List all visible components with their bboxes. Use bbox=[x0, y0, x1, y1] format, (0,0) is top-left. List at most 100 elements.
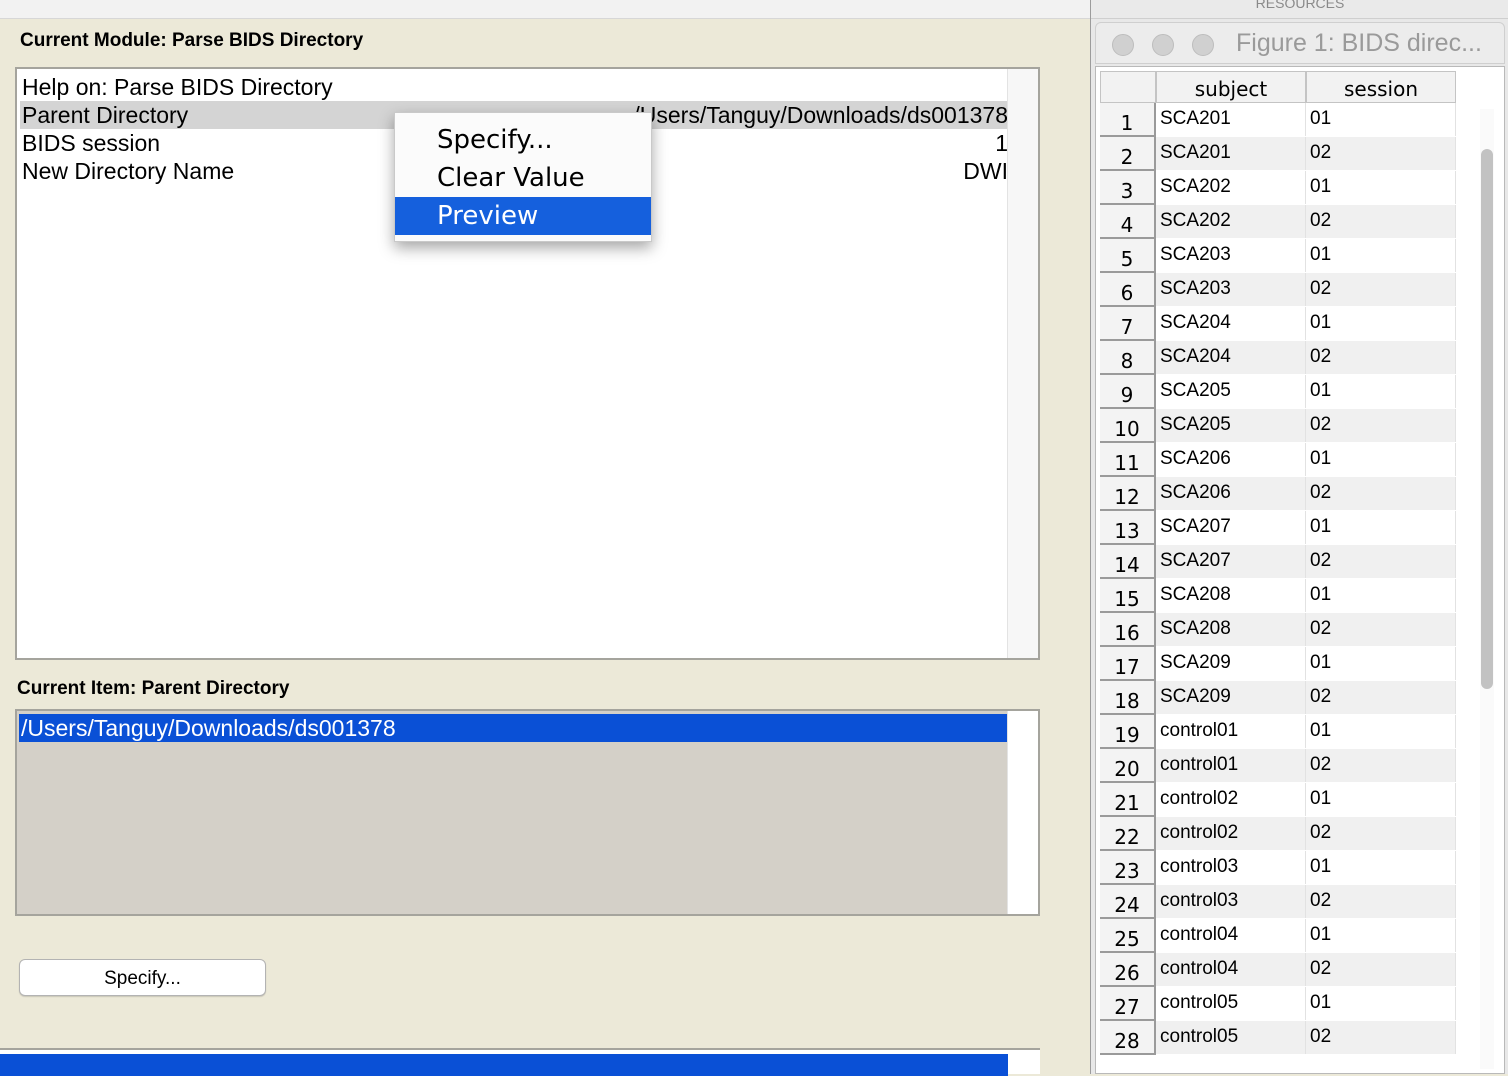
session-cell[interactable]: 01 bbox=[1306, 783, 1456, 816]
table-row[interactable]: 3 SCA202 01 bbox=[1100, 171, 1456, 205]
table-row[interactable]: 21 control02 01 bbox=[1100, 783, 1456, 817]
session-cell[interactable]: 01 bbox=[1306, 715, 1456, 748]
session-cell[interactable]: 01 bbox=[1306, 579, 1456, 612]
table-row[interactable]: 18 SCA209 02 bbox=[1100, 681, 1456, 715]
subject-cell[interactable]: SCA203 bbox=[1156, 273, 1306, 306]
session-cell[interactable]: 01 bbox=[1306, 239, 1456, 272]
subject-cell[interactable]: SCA206 bbox=[1156, 443, 1306, 476]
subject-cell[interactable]: SCA208 bbox=[1156, 579, 1306, 612]
table-row[interactable]: 19 control01 01 bbox=[1100, 715, 1456, 749]
session-cell[interactable]: 02 bbox=[1306, 613, 1456, 646]
subject-cell[interactable]: SCA202 bbox=[1156, 171, 1306, 204]
subject-cell[interactable]: control02 bbox=[1156, 783, 1306, 816]
current-item-value-box[interactable]: /Users/Tanguy/Downloads/ds001378 bbox=[15, 709, 1040, 916]
table-row[interactable]: 5 SCA203 01 bbox=[1100, 239, 1456, 273]
items-scrollbar[interactable] bbox=[1007, 69, 1038, 658]
session-cell[interactable]: 02 bbox=[1306, 545, 1456, 578]
menu-item-clear-value[interactable]: Clear Value bbox=[395, 159, 651, 197]
column-header-session[interactable]: session bbox=[1306, 71, 1456, 103]
subject-cell[interactable]: control04 bbox=[1156, 953, 1306, 986]
subject-cell[interactable]: SCA204 bbox=[1156, 307, 1306, 340]
current-item-value[interactable]: /Users/Tanguy/Downloads/ds001378 bbox=[19, 714, 1008, 742]
session-cell[interactable]: 02 bbox=[1306, 885, 1456, 918]
table-row[interactable]: 17 SCA209 01 bbox=[1100, 647, 1456, 681]
minimize-window-button[interactable] bbox=[1152, 34, 1174, 56]
table-row[interactable]: 1 SCA201 01 bbox=[1100, 103, 1456, 137]
session-cell[interactable]: 01 bbox=[1306, 375, 1456, 408]
subject-cell[interactable]: SCA205 bbox=[1156, 409, 1306, 442]
session-cell[interactable]: 01 bbox=[1306, 919, 1456, 952]
session-cell[interactable]: 02 bbox=[1306, 681, 1456, 714]
subject-cell[interactable]: SCA203 bbox=[1156, 239, 1306, 272]
subject-cell[interactable]: SCA204 bbox=[1156, 341, 1306, 374]
session-cell[interactable]: 02 bbox=[1306, 137, 1456, 170]
subject-cell[interactable]: SCA201 bbox=[1156, 137, 1306, 170]
session-cell[interactable]: 01 bbox=[1306, 851, 1456, 884]
session-cell[interactable]: 01 bbox=[1306, 443, 1456, 476]
table-row[interactable]: 26 control04 02 bbox=[1100, 953, 1456, 987]
table-row[interactable]: 15 SCA208 01 bbox=[1100, 579, 1456, 613]
table-scrollbar-thumb[interactable] bbox=[1481, 149, 1493, 689]
table-row[interactable]: 25 control04 01 bbox=[1100, 919, 1456, 953]
table-row[interactable]: 24 control03 02 bbox=[1100, 885, 1456, 919]
subject-cell[interactable]: control03 bbox=[1156, 885, 1306, 918]
bids-table[interactable]: subject session 1 SCA201 01 2 SCA201 02 3 SCA20… bbox=[1095, 66, 1505, 1074]
session-cell[interactable]: 01 bbox=[1306, 103, 1456, 136]
value-scrollbar[interactable] bbox=[1007, 711, 1038, 914]
table-row[interactable]: 9 SCA205 01 bbox=[1100, 375, 1456, 409]
table-row[interactable]: 14 SCA207 02 bbox=[1100, 545, 1456, 579]
session-cell[interactable]: 01 bbox=[1306, 647, 1456, 680]
session-cell[interactable]: 02 bbox=[1306, 273, 1456, 306]
zoom-window-button[interactable] bbox=[1192, 34, 1214, 56]
table-scrollbar[interactable] bbox=[1480, 109, 1494, 1069]
table-row[interactable]: 7 SCA204 01 bbox=[1100, 307, 1456, 341]
item-help[interactable]: Help on: Parse BIDS Directory bbox=[20, 73, 1010, 101]
session-cell[interactable]: 02 bbox=[1306, 817, 1456, 850]
table-row[interactable]: 2 SCA201 02 bbox=[1100, 137, 1456, 171]
table-row[interactable]: 12 SCA206 02 bbox=[1100, 477, 1456, 511]
subject-cell[interactable]: control01 bbox=[1156, 715, 1306, 748]
session-cell[interactable]: 02 bbox=[1306, 409, 1456, 442]
subject-cell[interactable]: SCA206 bbox=[1156, 477, 1306, 510]
bottom-list[interactable] bbox=[0, 1048, 1040, 1076]
table-row[interactable]: 22 control02 02 bbox=[1100, 817, 1456, 851]
table-row[interactable]: 8 SCA204 02 bbox=[1100, 341, 1456, 375]
subject-cell[interactable]: SCA207 bbox=[1156, 511, 1306, 544]
specify-button[interactable]: Specify... bbox=[19, 959, 266, 996]
table-row[interactable]: 10 SCA205 02 bbox=[1100, 409, 1456, 443]
subject-cell[interactable]: control05 bbox=[1156, 987, 1306, 1020]
subject-cell[interactable]: SCA208 bbox=[1156, 613, 1306, 646]
session-cell[interactable]: 02 bbox=[1306, 953, 1456, 986]
session-cell[interactable]: 01 bbox=[1306, 987, 1456, 1020]
session-cell[interactable]: 01 bbox=[1306, 511, 1456, 544]
subject-cell[interactable]: SCA209 bbox=[1156, 681, 1306, 714]
session-cell[interactable]: 02 bbox=[1306, 1021, 1456, 1054]
subject-cell[interactable]: control04 bbox=[1156, 919, 1306, 952]
subject-cell[interactable]: control02 bbox=[1156, 817, 1306, 850]
table-row[interactable]: 28 control05 02 bbox=[1100, 1021, 1456, 1055]
session-cell[interactable]: 02 bbox=[1306, 205, 1456, 238]
menu-item-preview[interactable]: Preview bbox=[395, 197, 651, 235]
session-cell[interactable]: 02 bbox=[1306, 341, 1456, 374]
close-window-button[interactable] bbox=[1112, 34, 1134, 56]
subject-cell[interactable]: SCA209 bbox=[1156, 647, 1306, 680]
table-row[interactable]: 27 control05 01 bbox=[1100, 987, 1456, 1021]
table-row[interactable]: 11 SCA206 01 bbox=[1100, 443, 1456, 477]
table-row[interactable]: 23 control03 01 bbox=[1100, 851, 1456, 885]
menu-item-specify[interactable]: Specify... bbox=[395, 121, 651, 159]
table-row[interactable]: 20 control01 02 bbox=[1100, 749, 1456, 783]
subject-cell[interactable]: SCA207 bbox=[1156, 545, 1306, 578]
subject-cell[interactable]: control03 bbox=[1156, 851, 1306, 884]
subject-cell[interactable]: control05 bbox=[1156, 1021, 1306, 1054]
subject-cell[interactable]: control01 bbox=[1156, 749, 1306, 782]
subject-cell[interactable]: SCA202 bbox=[1156, 205, 1306, 238]
table-row[interactable]: 16 SCA208 02 bbox=[1100, 613, 1456, 647]
table-row[interactable]: 13 SCA207 01 bbox=[1100, 511, 1456, 545]
table-row[interactable]: 6 SCA203 02 bbox=[1100, 273, 1456, 307]
session-cell[interactable]: 01 bbox=[1306, 307, 1456, 340]
session-cell[interactable]: 02 bbox=[1306, 749, 1456, 782]
subject-cell[interactable]: SCA201 bbox=[1156, 103, 1306, 136]
column-header-subject[interactable]: subject bbox=[1156, 71, 1306, 103]
subject-cell[interactable]: SCA205 bbox=[1156, 375, 1306, 408]
session-cell[interactable]: 02 bbox=[1306, 477, 1456, 510]
